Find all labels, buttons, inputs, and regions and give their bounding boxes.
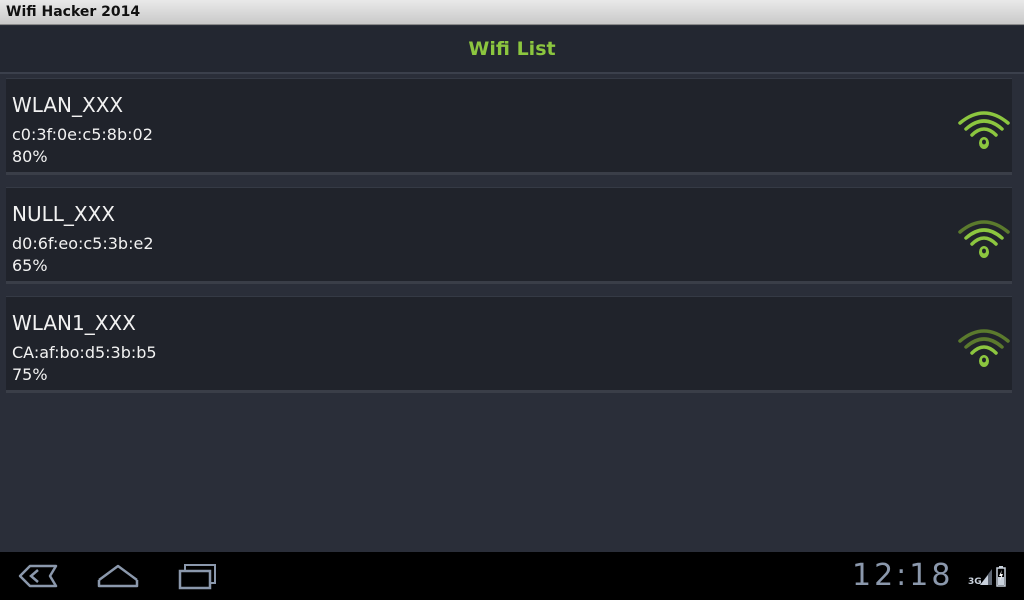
- network-mac-address: c0:3f:0e:c5:8b:02: [12, 125, 153, 144]
- home-icon[interactable]: [96, 560, 140, 592]
- wifi-list-item[interactable]: NULL_XXX d0:6f:eo:c5:3b:e2 65%: [6, 187, 1012, 284]
- list-header: Wifi List: [0, 26, 1024, 74]
- recent-apps-icon[interactable]: [176, 560, 220, 592]
- network-signal-strength: 65%: [12, 256, 48, 275]
- battery-charging-icon: [996, 566, 1006, 587]
- wifi-signal-icon: [958, 329, 1010, 367]
- back-icon[interactable]: [16, 560, 60, 592]
- cell-signal-icon: [980, 569, 992, 585]
- wifi-signal-icon: [958, 220, 1010, 258]
- system-navigation-bar: 12:18 3G: [0, 552, 1024, 600]
- network-mac-address: CA:af:bo:d5:3b:b5: [12, 343, 157, 362]
- wifi-list[interactable]: WLAN_XXX c0:3f:0e:c5:8b:02 80% NULL_XXX …: [0, 74, 1024, 552]
- network-ssid: NULL_XXX: [12, 202, 115, 226]
- wifi-list-item[interactable]: WLAN1_XXX CA:af:bo:d5:3b:b5 75%: [6, 296, 1012, 393]
- network-signal-strength: 75%: [12, 365, 48, 384]
- page-title: Wifi List: [468, 38, 556, 60]
- status-clock: 12:18: [852, 558, 954, 593]
- network-ssid: WLAN_XXX: [12, 93, 124, 117]
- app-title: Wifi Hacker 2014: [6, 4, 141, 20]
- wifi-signal-icon: [958, 111, 1010, 149]
- network-ssid: WLAN1_XXX: [12, 311, 136, 335]
- title-bar: Wifi Hacker 2014: [0, 0, 1024, 25]
- wifi-list-item[interactable]: WLAN_XXX c0:3f:0e:c5:8b:02 80%: [6, 78, 1012, 175]
- network-mac-address: d0:6f:eo:c5:3b:e2: [12, 234, 154, 253]
- network-signal-strength: 80%: [12, 147, 48, 166]
